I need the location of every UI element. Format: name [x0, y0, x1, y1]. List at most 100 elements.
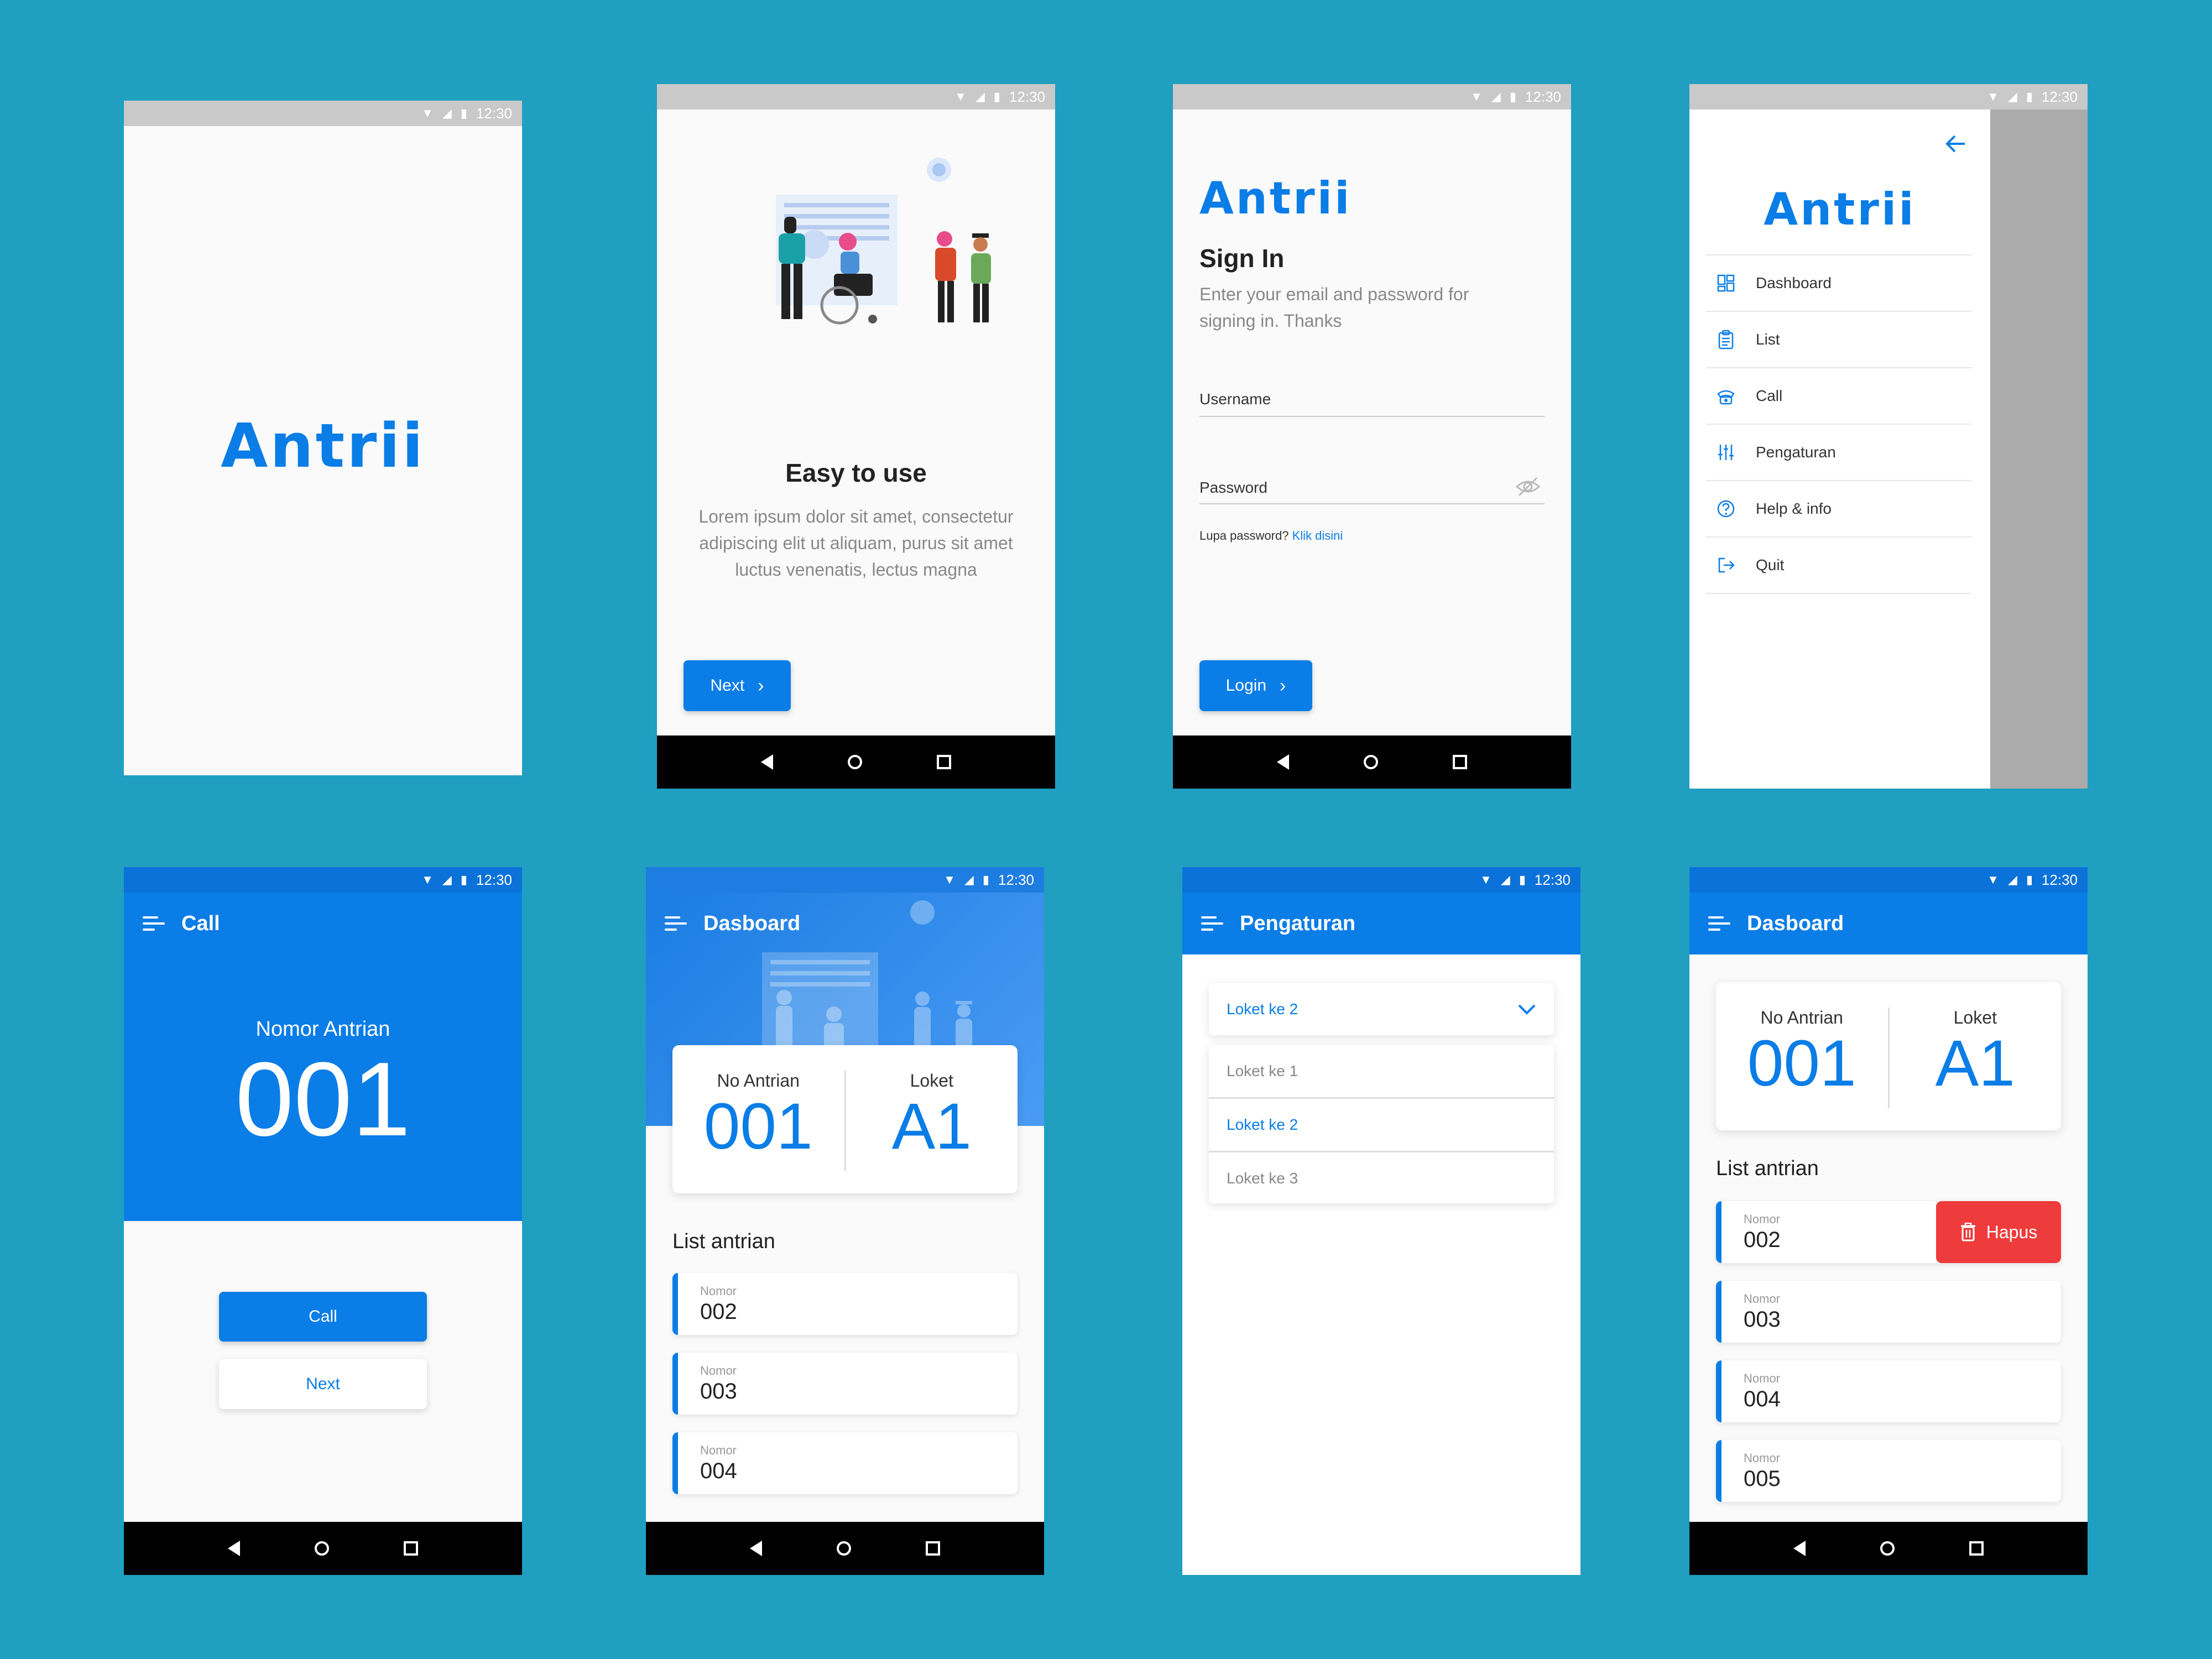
list-item[interactable]: Nomor 002 Hapus — [1716, 1201, 2061, 1263]
drawer-item-label: Pengaturan — [1756, 444, 1836, 461]
status-time: 12:30 — [998, 871, 1034, 888]
dashboard-icon — [1717, 274, 1735, 292]
list-item-label: Nomor — [700, 1284, 737, 1298]
no-antrian-column: No Antrian 001 — [672, 1071, 844, 1171]
signal-icon: ◢ — [975, 90, 985, 103]
app-logo: Antrii — [1199, 173, 1352, 224]
loket-select[interactable]: Loket ke 2 — [1209, 983, 1554, 1035]
status-time: 12:30 — [2041, 88, 2078, 105]
status-bar: ▼ ◢ ▮ 12:30 — [1689, 84, 2088, 109]
recent-apps-icon[interactable] — [404, 1541, 419, 1556]
drawer-item-label: Call — [1756, 387, 1783, 404]
no-antrian-value: 001 — [703, 1090, 813, 1163]
wifi-icon: ▼ — [1470, 90, 1483, 103]
menu-icon[interactable] — [1201, 916, 1223, 931]
login-button[interactable]: Login › — [1199, 660, 1312, 711]
loket-option[interactable]: Loket ke 1 — [1209, 1045, 1554, 1099]
status-time: 12:30 — [1525, 88, 1561, 105]
menu-icon[interactable] — [143, 916, 165, 931]
list-item[interactable]: Nomor 005 — [1716, 1440, 2061, 1502]
wifi-icon: ▼ — [1987, 873, 1999, 886]
app-bar-title: Pengaturan — [1240, 911, 1356, 935]
status-bar: ▼ ◢ ▮ 12:30 — [124, 101, 522, 126]
battery-icon: ▮ — [2026, 873, 2033, 886]
call-button[interactable]: Call — [219, 1292, 427, 1342]
system-nav-bar — [1689, 1522, 2088, 1575]
list-item-label: Nomor — [700, 1364, 737, 1378]
next-button-label: Next — [306, 1375, 340, 1393]
arrow-back-icon[interactable] — [1945, 134, 1967, 154]
home-icon[interactable] — [1880, 1541, 1895, 1556]
wifi-icon: ▼ — [954, 90, 967, 103]
menu-icon[interactable] — [1708, 916, 1730, 931]
home-icon[interactable] — [1363, 755, 1378, 769]
signal-icon: ◢ — [442, 106, 452, 120]
username-field[interactable] — [1199, 416, 1545, 417]
eye-off-icon[interactable] — [1515, 476, 1541, 498]
wifi-icon: ▼ — [943, 873, 956, 886]
app-bar-title: Call — [181, 911, 220, 935]
back-icon[interactable] — [760, 754, 773, 770]
list-title: List antrian — [1716, 1157, 1819, 1180]
recent-apps-icon[interactable] — [937, 755, 952, 769]
drawer-item-help[interactable]: Help & info — [1706, 481, 1971, 538]
list-item[interactable]: Nomor 004 — [672, 1432, 1018, 1494]
chevron-right-icon: › — [1280, 675, 1286, 696]
status-bar: ▼ ◢ ▮ 12:30 — [646, 867, 1044, 893]
wifi-icon: ▼ — [421, 106, 434, 120]
back-icon[interactable] — [1793, 1541, 1806, 1556]
help-icon — [1717, 500, 1735, 518]
drawer-item-list[interactable]: List — [1706, 312, 1971, 368]
recent-apps-icon[interactable] — [926, 1541, 941, 1556]
system-nav-bar — [1173, 735, 1571, 789]
drawer-item-quit[interactable]: Quit — [1706, 538, 1971, 594]
next-button[interactable]: Next — [219, 1359, 427, 1409]
drawer-item-label: List — [1756, 331, 1780, 348]
next-button[interactable]: Next › — [684, 660, 791, 711]
loket-select-value: Loket ke 2 — [1227, 1000, 1298, 1018]
status-time: 12:30 — [2041, 871, 2078, 888]
no-antrian-column: No Antrian 001 — [1716, 1008, 1888, 1108]
home-icon[interactable] — [314, 1541, 329, 1556]
menu-icon[interactable] — [665, 916, 687, 931]
list-item[interactable]: Nomor 003 — [672, 1353, 1018, 1415]
forgot-password-link[interactable]: Klik disini — [1292, 529, 1343, 542]
back-icon[interactable] — [1276, 754, 1289, 770]
loket-options-list: Loket ke 1 Loket ke 2 Loket ke 3 — [1209, 1045, 1554, 1203]
loket-option-selected[interactable]: Loket ke 2 — [1209, 1099, 1554, 1152]
drawer-item-dashboard[interactable]: Dashboard — [1706, 255, 1971, 312]
list-item-value: 002 — [700, 1300, 737, 1324]
loket-option[interactable]: Loket ke 3 — [1209, 1152, 1554, 1203]
back-icon[interactable] — [227, 1541, 240, 1556]
back-icon[interactable] — [749, 1541, 762, 1556]
status-time: 12:30 — [476, 105, 512, 122]
wifi-icon: ▼ — [1480, 873, 1492, 886]
battery-icon: ▮ — [1519, 873, 1526, 886]
no-antrian-label: No Antrian — [717, 1071, 800, 1091]
recent-apps-icon[interactable] — [1453, 755, 1468, 769]
signin-title: Sign In — [1199, 244, 1285, 273]
phone-icon — [1717, 390, 1735, 405]
battery-icon: ▮ — [993, 90, 1000, 103]
call-button-label: Call — [309, 1307, 337, 1326]
password-field[interactable] — [1199, 503, 1545, 504]
recent-apps-icon[interactable] — [1969, 1541, 1984, 1556]
home-icon[interactable] — [836, 1541, 851, 1556]
home-icon[interactable] — [847, 755, 862, 769]
list-item[interactable]: Nomor 002 — [672, 1273, 1018, 1335]
drawer-item-pengaturan[interactable]: Pengaturan — [1706, 425, 1971, 481]
delete-button[interactable]: Hapus — [1936, 1201, 2061, 1263]
list-item[interactable]: Nomor 004 — [1716, 1360, 2061, 1422]
drawer-screen: ▼ ◢ ▮ 12:30 Antrii Dashboard List Call P… — [1689, 84, 2088, 789]
list-item[interactable]: Nomor 003 — [1716, 1281, 2061, 1343]
status-bar: ▼ ◢ ▮ 12:30 — [1173, 84, 1571, 109]
list-title: List antrian — [672, 1230, 775, 1253]
app-logo: Antrii — [221, 410, 425, 481]
list-item-value: 004 — [1744, 1387, 1781, 1411]
loket-column: Loket A1 — [1890, 1008, 2062, 1108]
queue-number: 001 — [235, 1041, 411, 1158]
drawer-item-label: Help & info — [1756, 500, 1832, 517]
drawer-item-call[interactable]: Call — [1706, 368, 1971, 425]
status-bar: ▼ ◢ ▮ 12:30 — [1182, 867, 1580, 893]
wifi-icon: ▼ — [421, 873, 434, 886]
